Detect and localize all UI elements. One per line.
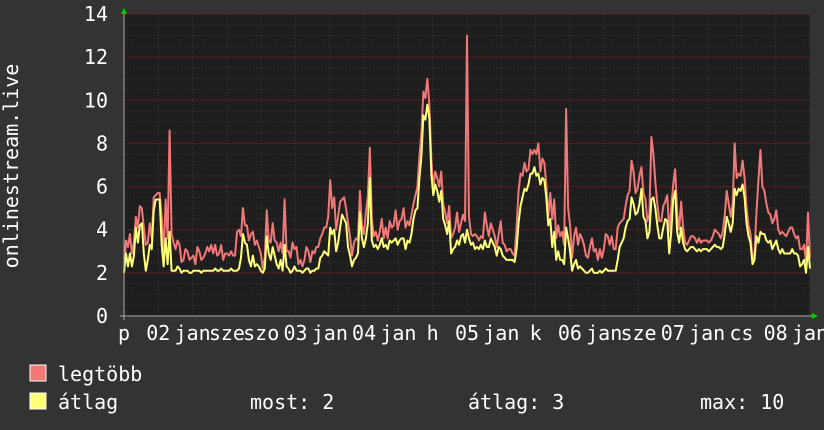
legend-label-atlag: átlag (58, 390, 118, 414)
traffic-chart: 02468101214 p 02 janszeszo 03 jan 04 jan h 05 jan… (0, 2, 824, 414)
y-axis-arrow-icon (121, 8, 127, 14)
stat-most: most: 2 (250, 390, 334, 414)
x-tick-label: jan (689, 321, 725, 345)
legend: legtöbb átlag most: 2 átlag: 3 max: 10 (29, 362, 784, 414)
x-tick-label: 04 (352, 321, 376, 345)
y-tick-label: 8 (96, 131, 108, 155)
x-tick-label: jan (175, 321, 211, 345)
x-tick-label: 07 (661, 321, 685, 345)
x-tick-label: 02 (146, 321, 170, 345)
x-axis-arrow-icon (812, 313, 818, 319)
x-tick-label: szo (243, 321, 279, 345)
y-axis-label: onlinestream.live (0, 64, 23, 269)
stat-max: max: 10 (700, 390, 784, 414)
legend-swatch-atlag (29, 392, 47, 410)
y-tick-label: 14 (84, 2, 108, 26)
x-tick-labels: p 02 janszeszo 03 jan 04 jan h 05 jan k 06 jansze 07 j… (118, 321, 824, 345)
x-tick-label: jan (586, 321, 622, 345)
x-tick-label: p (118, 321, 130, 345)
x-tick-label: 03 (283, 321, 307, 345)
x-tick-label: jan (792, 321, 824, 345)
x-tick-label: h (427, 321, 439, 345)
x-tick-label: jan (312, 321, 348, 345)
x-tick-label: sze (620, 321, 656, 345)
x-tick-label: cs (729, 321, 753, 345)
y-tick-label: 6 (96, 175, 108, 199)
y-tick-label: 10 (84, 88, 108, 112)
legend-item-atlag: átlag (29, 390, 118, 414)
y-tick-label: 4 (96, 218, 108, 242)
y-tick-label: 2 (96, 261, 108, 285)
legend-label-legtobb: legtöbb (58, 362, 142, 386)
y-tick-label: 0 (96, 304, 108, 328)
x-tick-label: k (530, 321, 542, 345)
legend-swatch-legtobb (29, 364, 47, 382)
y-tick-labels: 0 2 4 6 8 10 12 14 (84, 2, 108, 328)
x-tick-label: jan (380, 321, 416, 345)
x-tick-label: sze (209, 321, 245, 345)
x-tick-label: 05 (455, 321, 479, 345)
x-tick-label: 08 (764, 321, 788, 345)
y-tick-label: 12 (84, 45, 108, 69)
x-tick-label: jan (483, 321, 519, 345)
x-tick-label: 06 (558, 321, 582, 345)
stat-atlag: átlag: 3 (468, 390, 564, 414)
legend-item-legtobb: legtöbb (29, 362, 142, 386)
